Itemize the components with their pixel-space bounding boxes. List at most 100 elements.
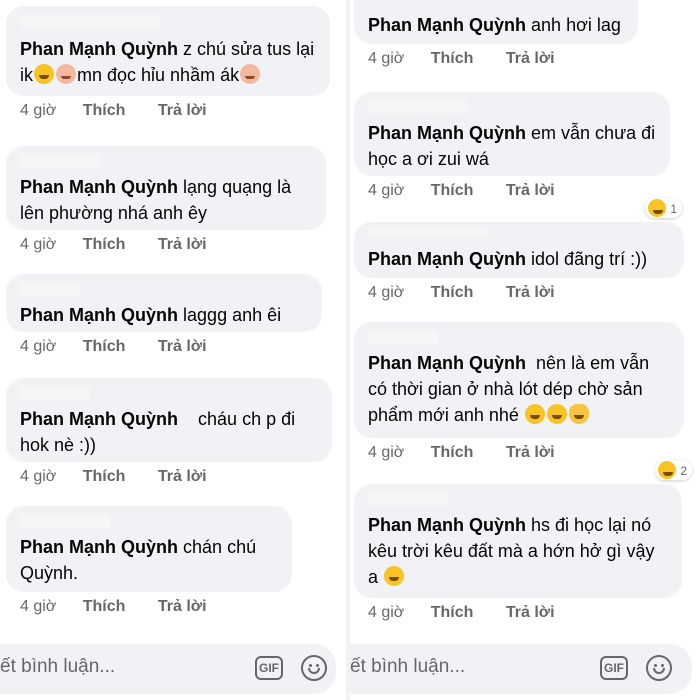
comment-author[interactable]: Phan Mạnh Quỳnh: [368, 515, 526, 535]
comment-bubble: Phan Mạnh Quỳnh chán chú Quỳnh.: [6, 506, 292, 592]
reply-button[interactable]: Trả lời: [158, 102, 207, 119]
person-emoji-icon: [240, 64, 261, 84]
comment-actions: 4 giờ Thích Trả lời: [20, 468, 332, 486]
comment-bubble: Phan Mạnh Quỳnh cháu ch p đi hok nè :)): [6, 378, 332, 462]
smile-icon[interactable]: [301, 655, 327, 681]
comment-actions: 4 giờ Thích Trả lời: [20, 102, 330, 120]
comment-time: 4 giờ: [20, 598, 57, 615]
like-button[interactable]: Thích: [83, 236, 126, 253]
comment-item: Phan Mạnh Quỳnh hs đi học lại nó kêu trờ…: [354, 484, 682, 622]
comment-time: 4 giờ: [20, 102, 57, 119]
reaction-badge[interactable]: 2: [654, 460, 692, 480]
reply-button[interactable]: Trả lời: [506, 50, 555, 67]
like-button[interactable]: Thích: [431, 444, 474, 461]
like-button[interactable]: Thích: [431, 284, 474, 301]
comment-item: Phan Mạnh Quỳnh chán chú Quỳnh. 4 giờ Th…: [6, 506, 292, 616]
comment-author[interactable]: Phan Mạnh Quỳnh: [368, 353, 526, 373]
comment-bubble: Phan Mạnh Quỳnh laggg anh êi: [6, 274, 322, 332]
person-emoji-icon: [56, 64, 76, 84]
laughing-emoji-icon: [657, 461, 676, 479]
reply-button[interactable]: Trả lời: [506, 444, 555, 461]
comment-bubble: Phan Mạnh Quỳnh hs đi học lại nó kêu trờ…: [354, 484, 682, 598]
redacted-name: [368, 100, 468, 114]
comment-text: idol đãng trí :)): [531, 249, 648, 269]
comment-item: Phan Mạnh Quỳnh nên là em vẫn có thời gi…: [354, 322, 692, 480]
smile-icon[interactable]: [646, 655, 672, 681]
comment-author[interactable]: Phan Mạnh Quỳnh: [20, 177, 178, 197]
comment-text: anh hơi lag: [531, 15, 621, 35]
comment-text: mn đọc hỉu nhầm ák: [77, 65, 240, 85]
comment-author[interactable]: Phan Mạnh Quỳnh: [368, 123, 526, 143]
comment-time: 4 giờ: [368, 284, 405, 301]
redacted-name: [20, 282, 80, 296]
comment-item: Phan Mạnh Quỳnh laggg anh êi 4 giờ Thích…: [6, 274, 322, 356]
comment-author[interactable]: Phan Mạnh Quỳnh: [368, 249, 526, 269]
comment-actions: 4 giờ Thích Trả lời: [368, 444, 684, 462]
redacted-name: [20, 386, 90, 400]
redacted-name: [368, 228, 488, 238]
comment-item: Phan Mạnh Quỳnh lạng quạng là lên phường…: [6, 146, 326, 254]
like-button[interactable]: Thích: [431, 604, 474, 621]
comment-author[interactable]: Phan Mạnh Quỳnh: [20, 409, 178, 429]
comment-time: 4 giờ: [368, 444, 405, 461]
comment-time: 4 giờ: [368, 182, 405, 199]
redacted-name: [20, 154, 100, 168]
comment-item: Phan Mạnh Quỳnh z chú sửa tus lại ik mn đ…: [6, 6, 330, 120]
comment-input-placeholder: ết bình luận...: [350, 656, 466, 677]
comment-actions: 4 giờ Thích Trả lời: [20, 598, 292, 616]
comments-panel-right: Phan Mạnh Quỳnh anh hơi lag 4 giờ Thích …: [350, 0, 700, 700]
comment-actions: 4 giờ Thích Trả lời: [368, 50, 638, 68]
comment-bubble: Phan Mạnh Quỳnh lạng quạng là lên phường…: [6, 146, 326, 230]
like-button[interactable]: Thích: [83, 468, 126, 485]
ok-hand-emoji-icon: [568, 404, 589, 424]
like-button[interactable]: Thích: [431, 182, 474, 199]
redacted-name: [368, 330, 438, 344]
relieved-emoji-icon: [546, 404, 567, 424]
comment-time: 4 giờ: [368, 604, 405, 621]
comment-time: 4 giờ: [20, 338, 57, 355]
comment-item: Phan Mạnh Quỳnh anh hơi lag 4 giờ Thích …: [354, 0, 638, 68]
like-button[interactable]: Thích: [83, 598, 126, 615]
laughing-emoji-icon: [384, 566, 405, 586]
redacted-name: [368, 492, 448, 506]
comment-author[interactable]: Phan Mạnh Quỳnh: [20, 39, 178, 59]
gif-button[interactable]: GIF: [255, 656, 283, 680]
comment-actions: 4 giờ Thích Trả lời: [20, 236, 326, 254]
laughing-emoji-icon: [647, 199, 666, 217]
reply-button[interactable]: Trả lời: [158, 468, 207, 485]
comment-bubble: Phan Mạnh Quỳnh anh hơi lag: [354, 0, 638, 44]
reply-button[interactable]: Trả lời: [158, 338, 207, 355]
comment-actions: 4 giờ Thích Trả lời: [368, 604, 682, 622]
comment-item: Phan Mạnh Quỳnh idol đãng trí :)) 4 giờ …: [354, 222, 684, 302]
comment-time: 4 giờ: [20, 468, 57, 485]
reaction-badge[interactable]: 1: [644, 198, 682, 218]
like-button[interactable]: Thích: [431, 50, 474, 67]
comment-text: laggg anh êi: [183, 305, 282, 325]
reply-button[interactable]: Trả lời: [506, 182, 555, 199]
reply-button[interactable]: Trả lời: [506, 284, 555, 301]
comment-input[interactable]: ết bình luận... GIF: [0, 644, 336, 694]
comment-bubble: Phan Mạnh Quỳnh em vẫn chưa đi học a ơi …: [354, 92, 670, 176]
comment-author[interactable]: Phan Mạnh Quỳnh: [20, 537, 178, 557]
like-button[interactable]: Thích: [83, 338, 126, 355]
comment-bubble: Phan Mạnh Quỳnh nên là em vẫn có thời gi…: [354, 322, 684, 438]
comment-input[interactable]: ết bình luận... GIF: [350, 644, 692, 694]
comment-author[interactable]: Phan Mạnh Quỳnh: [20, 305, 178, 325]
comment-input-placeholder: ết bình luận...: [0, 656, 116, 677]
comment-bubble: Phan Mạnh Quỳnh z chú sửa tus lại ik mn đ…: [6, 6, 330, 96]
comment-actions: 4 giờ Thích Trả lời: [368, 284, 684, 302]
comment-author[interactable]: Phan Mạnh Quỳnh: [368, 15, 526, 35]
like-button[interactable]: Thích: [83, 102, 126, 119]
comment-time: 4 giờ: [368, 50, 405, 67]
smile-emoji-icon: [524, 404, 545, 424]
gif-button[interactable]: GIF: [600, 656, 628, 680]
reply-button[interactable]: Trả lời: [506, 604, 555, 621]
comment-item: Phan Mạnh Quỳnh cháu ch p đi hok nè :)) …: [6, 378, 332, 486]
reaction-count: 1: [670, 202, 677, 216]
comment-actions: 4 giờ Thích Trả lời: [20, 338, 322, 356]
comment-bubble: Phan Mạnh Quỳnh idol đãng trí :)): [354, 222, 684, 278]
reaction-count: 2: [680, 464, 687, 478]
reply-button[interactable]: Trả lời: [158, 236, 207, 253]
reply-button[interactable]: Trả lời: [158, 598, 207, 615]
redacted-name: [20, 14, 160, 28]
